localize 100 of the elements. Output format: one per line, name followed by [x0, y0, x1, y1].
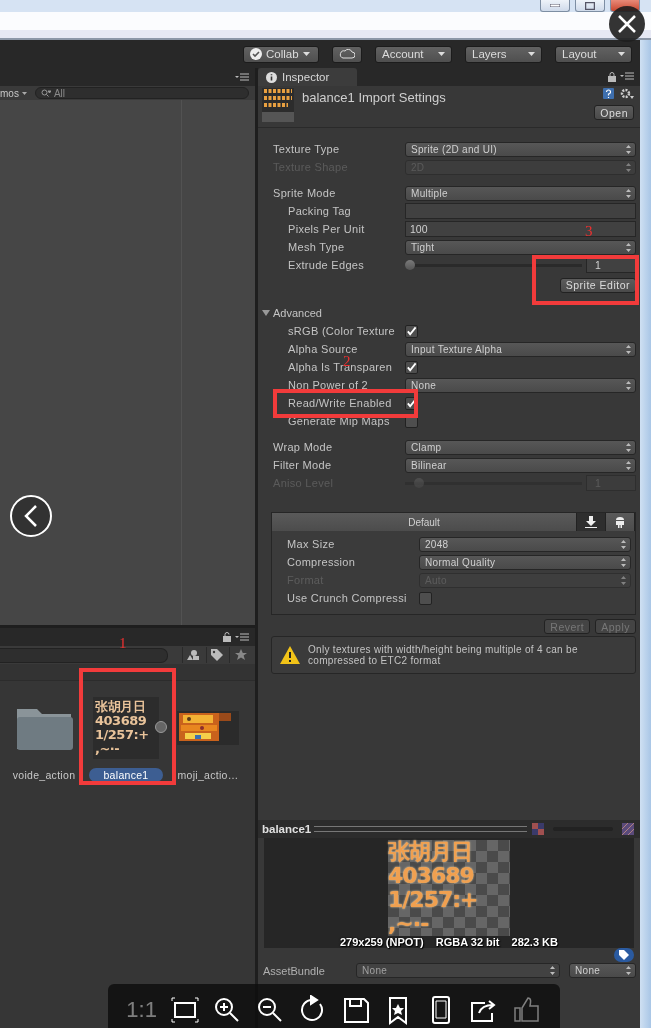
settings-icon[interactable] [620, 88, 634, 100]
glyph-row-text: ,~·- [388, 912, 430, 936]
dropdown-button[interactable]: Layout [555, 45, 632, 63]
updown-icon [626, 344, 631, 354]
search-field[interactable] [0, 647, 169, 663]
glyph-row-text: 403689 [95, 714, 148, 728]
inspector-tab[interactable]: Inspector [258, 68, 357, 86]
dropdown[interactable]: Bilinear [405, 457, 636, 473]
dropdown[interactable]: Normal Quality [419, 554, 631, 570]
field-label: sRGB (Color Texture [288, 325, 396, 337]
shapes-icon [187, 650, 200, 660]
file-name[interactable]: balance1 [89, 768, 163, 782]
field-label: Compression [287, 556, 357, 568]
updown-icon [626, 380, 631, 390]
updown-icon [626, 442, 631, 452]
fit-screen-icon[interactable] [169, 995, 200, 1025]
dropdown[interactable]: Tight [405, 239, 636, 255]
minimize-button[interactable] [540, 0, 570, 12]
asset-bundle-label: AssetBundle [263, 964, 326, 977]
field-label: Max Size [287, 538, 336, 550]
field-label: Extrude Edges [288, 259, 366, 271]
field-label: Sprite Mode [273, 187, 337, 199]
file-name[interactable]: voide_action [6, 768, 82, 782]
field-label: Wrap Mode [273, 441, 334, 453]
android-icon [615, 516, 625, 528]
glyph-row-text: 1/257:+ [95, 728, 150, 742]
checkbox[interactable] [405, 360, 418, 374]
checkbox[interactable] [405, 324, 418, 338]
platform-tab[interactable]: Default [272, 513, 577, 531]
collab-button[interactable]: Collab [243, 45, 319, 63]
dropdown[interactable]: None [569, 963, 636, 978]
checker-icon[interactable] [532, 823, 544, 835]
help-icon[interactable] [603, 88, 614, 99]
like-icon [511, 995, 542, 1025]
foldout[interactable]: Advanced [262, 307, 322, 319]
slider-handle[interactable] [405, 260, 416, 270]
texture-thumbnail-icon [262, 88, 294, 122]
dropdown-button[interactable]: Account [375, 45, 452, 63]
tag-icon [211, 649, 224, 661]
glyph-row-text: 1/257:+ [388, 888, 479, 912]
sprite-editor-button[interactable]: Sprite Editor [559, 277, 636, 293]
updown-icon [621, 575, 626, 585]
updown-icon [626, 144, 631, 154]
field-label: Pixels Per Unit [288, 223, 366, 235]
glyph-row-text: 张胡月日 [95, 700, 146, 714]
updown-icon [626, 242, 631, 252]
android-tab[interactable] [606, 513, 635, 531]
check-icon [250, 48, 262, 60]
cloud-button[interactable] [332, 45, 362, 63]
dropdown[interactable]: Multiple [405, 185, 636, 201]
field-label: Filter Mode [273, 459, 333, 471]
dropdown-button[interactable]: Layers [465, 45, 542, 63]
dropdown[interactable]: 2048 [419, 536, 631, 552]
help-text: Only textures with width/height being multiple of 4 can be compressed to ETC2 format [308, 644, 579, 666]
file-name[interactable]: moji_actio… [171, 768, 245, 782]
field-label: Use Crunch Compressi [287, 592, 408, 604]
inspector-title: balance1 Import Settings [302, 89, 447, 107]
minimize-icon [550, 4, 560, 7]
dropdown[interactable]: Input Texture Alpha [405, 341, 636, 357]
dropdown[interactable]: Sprite (2D and UI) [405, 141, 636, 157]
caret-icon [618, 52, 625, 56]
chevron-left-icon [24, 505, 38, 527]
open-button[interactable]: Open [594, 105, 634, 120]
gizmos-dropdown[interactable]: mos [0, 87, 27, 99]
texture-info: 279x259 (NPOT) [340, 936, 424, 948]
cloud-icon [339, 49, 355, 59]
tag-icon [619, 950, 629, 960]
download-tab[interactable] [577, 513, 606, 531]
dropdown[interactable]: None [356, 963, 560, 978]
triangle-icon [262, 309, 270, 317]
checker-icon[interactable] [622, 823, 634, 835]
text-field[interactable] [405, 203, 636, 219]
lock-icon[interactable] [223, 632, 231, 642]
field-label: Packing Tag [288, 205, 353, 217]
annotation-number: 3 [585, 224, 593, 239]
menu-icon[interactable] [235, 73, 249, 81]
texture-info: RGBA 32 bit [435, 936, 500, 948]
glyph-row-text: 403689 [388, 864, 475, 888]
asset-labels-button[interactable] [614, 948, 634, 962]
field-label: Alpha Source [288, 343, 359, 355]
texture-thumbnail[interactable]: 张胡月日 403689 1/257:+ ,~·- [93, 697, 159, 759]
maximize-button[interactable] [575, 0, 605, 12]
caret-icon [21, 91, 27, 95]
previous-button[interactable] [10, 495, 52, 537]
updown-icon [621, 557, 626, 567]
dropdown[interactable]: Clamp [405, 439, 636, 455]
updown-icon [626, 162, 631, 172]
lock-icon[interactable] [608, 72, 616, 82]
warning-icon [280, 646, 300, 664]
maximize-icon [585, 1, 595, 10]
glyph-row-text: ,~·- [95, 742, 121, 756]
dropdown[interactable]: None [405, 377, 636, 393]
preview-title: balance1 [262, 823, 312, 835]
checkbox[interactable] [419, 591, 432, 605]
field-label: Non Power of 2 [288, 379, 370, 391]
field-label: Mesh Type [288, 241, 346, 253]
drag-handle[interactable] [314, 826, 527, 832]
search-field[interactable]: All [34, 87, 249, 99]
annotation-number: 1 [119, 636, 127, 651]
field-label: Read/Write Enabled [288, 397, 393, 409]
